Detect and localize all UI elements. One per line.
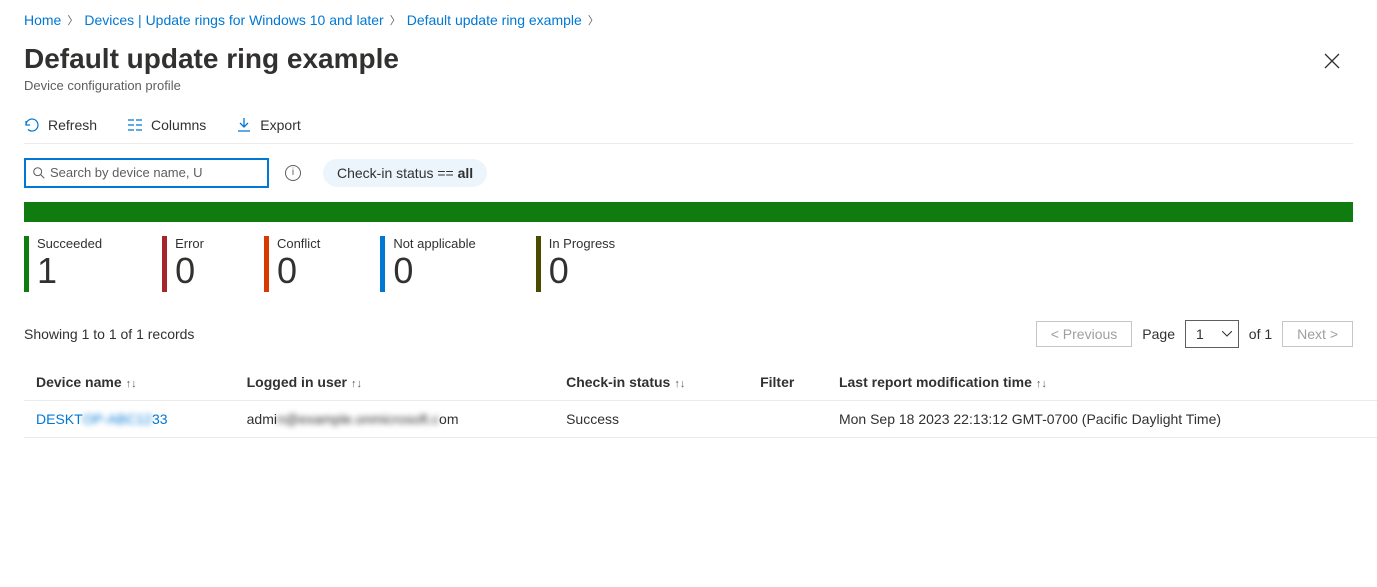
breadcrumb: Home 〉 Devices | Update rings for Window…: [24, 8, 1377, 40]
pill-prefix: Check-in status ==: [337, 165, 458, 181]
pager: < Previous Page 1 of 1 Next >: [1036, 320, 1353, 348]
refresh-label: Refresh: [48, 117, 97, 133]
previous-button[interactable]: < Previous: [1036, 321, 1133, 347]
close-icon: [1324, 53, 1340, 69]
page-subtitle: Device configuration profile: [24, 78, 399, 93]
toolbar: Refresh Columns Export: [24, 111, 1353, 144]
info-icon[interactable]: i: [285, 165, 301, 181]
status-filter-pill[interactable]: Check-in status == all: [323, 159, 487, 187]
col-status[interactable]: Check-in status↑↓: [554, 364, 748, 401]
columns-button[interactable]: Columns: [127, 117, 206, 133]
export-label: Export: [260, 117, 300, 133]
sort-icon: ↑↓: [351, 378, 362, 390]
chevron-right-icon: 〉: [588, 12, 599, 28]
stat-not-applicable: Not applicable0: [380, 236, 475, 292]
breadcrumb-home[interactable]: Home: [24, 12, 61, 28]
time-cell: Mon Sep 18 2023 22:13:12 GMT-0700 (Pacif…: [827, 400, 1377, 437]
export-icon: [236, 117, 252, 133]
device-link[interactable]: DESKTOP-ABC1233: [36, 411, 168, 427]
page-total: of 1: [1249, 326, 1272, 342]
page-value: 1: [1196, 326, 1204, 342]
sort-icon: ↑↓: [1036, 378, 1047, 390]
pill-value: all: [458, 165, 474, 181]
page-label: Page: [1142, 326, 1175, 342]
next-button[interactable]: Next >: [1282, 321, 1353, 347]
refresh-button[interactable]: Refresh: [24, 117, 97, 133]
columns-label: Columns: [151, 117, 206, 133]
table-row: DESKTOP-ABC1233 admin@example.onmicrosof…: [24, 400, 1377, 437]
col-filter[interactable]: Filter: [748, 364, 827, 401]
stats-row: Succeeded1 Error0 Conflict0 Not applicab…: [24, 222, 1377, 292]
page-select[interactable]: 1: [1185, 320, 1239, 348]
stat-succeeded: Succeeded1: [24, 236, 102, 292]
sort-icon: ↑↓: [674, 378, 685, 390]
user-cell: admin@example.onmicrosoft.com: [235, 400, 554, 437]
search-icon: [32, 166, 46, 180]
filter-cell: [748, 400, 827, 437]
status-cell: Success: [554, 400, 748, 437]
refresh-icon: [24, 117, 40, 133]
col-user[interactable]: Logged in user↑↓: [235, 364, 554, 401]
breadcrumb-current[interactable]: Default update ring example: [407, 12, 582, 28]
search-box[interactable]: [24, 158, 269, 188]
chevron-down-icon: [1222, 331, 1232, 337]
col-time[interactable]: Last report modification time↑↓: [827, 364, 1377, 401]
results-table: Device name↑↓ Logged in user↑↓ Check-in …: [24, 364, 1377, 438]
breadcrumb-devices[interactable]: Devices | Update rings for Windows 10 an…: [84, 12, 383, 28]
records-count: Showing 1 to 1 of 1 records: [24, 326, 194, 342]
close-button[interactable]: [1317, 46, 1347, 76]
search-input[interactable]: [50, 165, 261, 180]
progress-bar: [24, 202, 1353, 222]
stat-error: Error0: [162, 236, 204, 292]
stat-conflict: Conflict0: [264, 236, 320, 292]
stat-in-progress: In Progress0: [536, 236, 615, 292]
columns-icon: [127, 117, 143, 133]
chevron-right-icon: 〉: [67, 12, 78, 28]
sort-icon: ↑↓: [126, 378, 137, 390]
page-title: Default update ring example: [24, 42, 399, 76]
col-device[interactable]: Device name↑↓: [24, 364, 235, 401]
chevron-right-icon: 〉: [390, 12, 401, 28]
export-button[interactable]: Export: [236, 117, 300, 133]
